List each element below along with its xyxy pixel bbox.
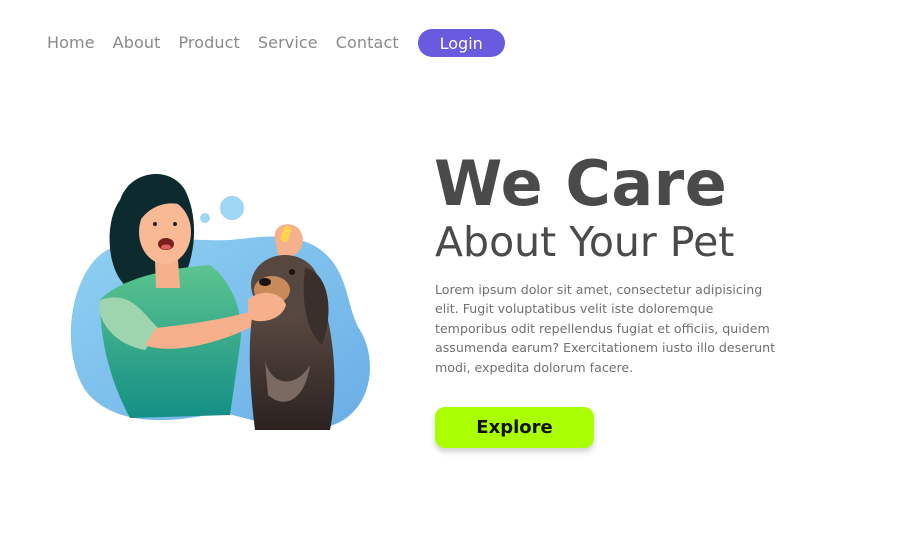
hero-description: Lorem ipsum dolor sit amet, consectetur … (435, 282, 776, 375)
bubble-small (200, 213, 210, 223)
woman-eye-right (173, 222, 177, 226)
hero-title: We Care (434, 147, 728, 220)
dog-eye (289, 269, 295, 275)
woman-eye-left (153, 222, 157, 226)
explore-button[interactable]: Explore (435, 407, 594, 448)
hero-subtitle: About Your Pet (435, 218, 735, 266)
woman-neck (155, 260, 180, 288)
nav-link-about[interactable]: About (113, 29, 161, 57)
login-button[interactable]: Login (417, 29, 505, 57)
woman-with-dog-illustration (60, 160, 380, 440)
nav-link-product[interactable]: Product (178, 29, 239, 57)
nav-link-contact[interactable]: Contact (336, 29, 399, 57)
dog-nose (259, 278, 271, 286)
top-navigation: Home About Product Service Contact Login (47, 29, 505, 57)
landing-page: Home About Product Service Contact Login (0, 0, 899, 548)
bubble-large (220, 196, 244, 220)
nav-link-service[interactable]: Service (258, 29, 318, 57)
nav-link-home[interactable]: Home (47, 29, 95, 57)
